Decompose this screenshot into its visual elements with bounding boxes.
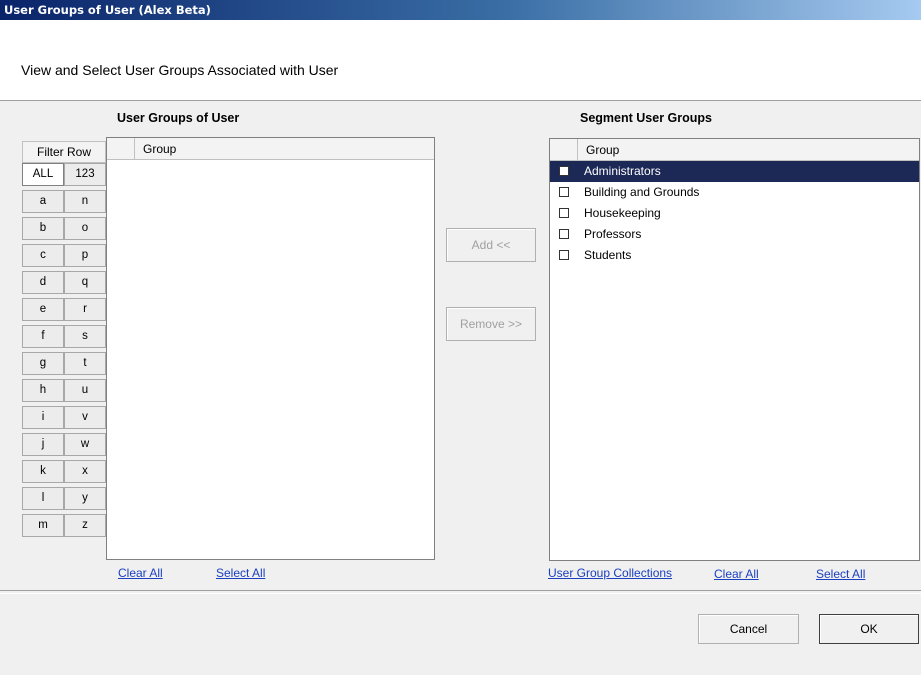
filter-button-j[interactable]: j [22,433,64,456]
list-item[interactable]: Building and Grounds [550,182,919,203]
cancel-button[interactable]: Cancel [698,614,799,644]
filter-button-r[interactable]: r [64,298,106,321]
filter-button-123[interactable]: 123 [64,163,106,186]
add-button[interactable]: Add << [446,228,536,262]
window-title-bar: User Groups of User (Alex Beta) [0,0,921,20]
row-checkbox[interactable] [559,208,569,218]
right-select-all-link[interactable]: Select All [816,567,865,581]
filter-button-a[interactable]: a [22,190,64,213]
filter-button-n[interactable]: n [64,190,106,213]
dialog-header: View and Select User Groups Associated w… [0,20,921,101]
filter-button-k[interactable]: k [22,460,64,483]
group-name-label: Professors [584,227,642,241]
filter-button-b[interactable]: b [22,217,64,240]
filter-button-p[interactable]: p [64,244,106,267]
segment-user-groups-grid[interactable]: Group Administrators Building and Grounds… [549,138,920,561]
remove-button[interactable]: Remove >> [446,307,536,341]
filter-button-z[interactable]: z [64,514,106,537]
filter-button-e[interactable]: e [22,298,64,321]
filter-button-v[interactable]: v [64,406,106,429]
user-groups-of-user-title: User Groups of User [117,111,240,125]
list-item[interactable]: Housekeeping [550,203,919,224]
divider-highlight [0,593,921,594]
list-item[interactable]: Professors [550,224,919,245]
group-name-label: Administrators [584,164,661,178]
group-column-header[interactable]: Group [586,143,619,157]
ok-button[interactable]: OK [819,614,919,644]
filter-button-t[interactable]: t [64,352,106,375]
list-item[interactable]: Administrators [550,161,919,182]
row-selector-header [107,138,135,159]
right-clear-all-link[interactable]: Clear All [714,567,759,581]
row-selector-header [550,139,578,160]
filter-button-h[interactable]: h [22,379,64,402]
filter-button-o[interactable]: o [64,217,106,240]
group-column-header[interactable]: Group [143,142,176,156]
group-name-label: Students [584,248,632,262]
group-name-label: Building and Grounds [584,185,700,199]
filter-button-c[interactable]: c [22,244,64,267]
filter-button-s[interactable]: s [64,325,106,348]
divider [0,590,921,591]
grid-header: Group [550,139,919,161]
row-checkbox[interactable] [559,166,569,176]
header-description: View and Select User Groups Associated w… [21,62,339,78]
filter-button-all[interactable]: ALL [22,163,64,186]
filter-button-q[interactable]: q [64,271,106,294]
grid-header: Group [107,138,434,160]
filter-button-x[interactable]: x [64,460,106,483]
filter-button-m[interactable]: m [22,514,64,537]
filter-button-u[interactable]: u [64,379,106,402]
row-checkbox[interactable] [559,187,569,197]
row-checkbox[interactable] [559,229,569,239]
filter-button-d[interactable]: d [22,271,64,294]
filter-button-f[interactable]: f [22,325,64,348]
group-name-label: Housekeeping [584,206,661,220]
user-group-collections-link[interactable]: User Group Collections [548,566,672,580]
list-item[interactable]: Students [550,245,919,266]
left-select-all-link[interactable]: Select All [216,566,265,580]
filter-button-y[interactable]: y [64,487,106,510]
filter-row-header: Filter Row [22,141,106,163]
filter-button-w[interactable]: w [64,433,106,456]
filter-button-g[interactable]: g [22,352,64,375]
user-groups-grid[interactable]: Group [106,137,435,560]
filter-button-l[interactable]: l [22,487,64,510]
filter-button-i[interactable]: i [22,406,64,429]
left-clear-all-link[interactable]: Clear All [118,566,163,580]
segment-user-groups-title: Segment User Groups [580,111,712,125]
row-checkbox[interactable] [559,250,569,260]
